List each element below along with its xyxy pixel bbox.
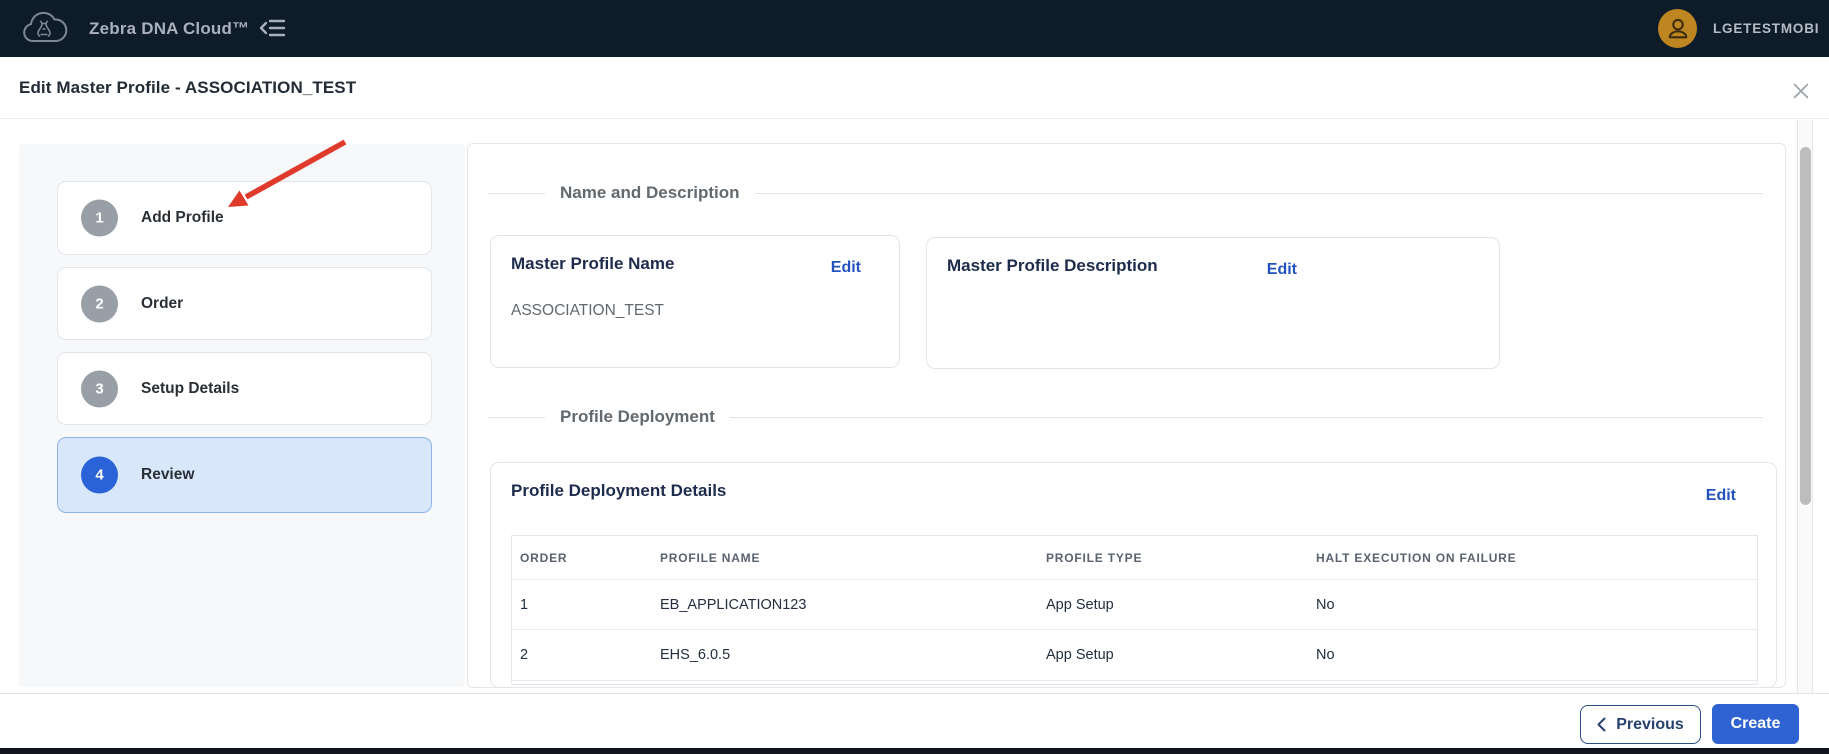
previous-button[interactable]: Previous: [1580, 705, 1701, 744]
user-name-label: LGETESTMOBI: [1713, 21, 1820, 36]
wizard-steps-sidebar: 1 Add Profile 2 Order 3 Setup Details 4 …: [19, 144, 465, 687]
step-number-badge: 4: [81, 456, 118, 494]
card-title: Master Profile Name: [511, 254, 675, 273]
person-icon: [1668, 18, 1687, 38]
divider: [754, 192, 1763, 194]
table-row: 1 EB_APPLICATION123 App Setup No: [512, 579, 1757, 629]
column-header-order: ORDER: [520, 550, 568, 565]
card-title: Master Profile Description: [947, 256, 1158, 275]
collapse-menu-icon[interactable]: [258, 15, 288, 41]
card-title: Profile Deployment Details: [511, 481, 727, 500]
cell-profile-name: EHS_6.0.5: [660, 647, 731, 663]
profile-deployment-details-card: Profile Deployment Details Edit ORDER PR…: [490, 462, 1777, 688]
cell-profile-name: EB_APPLICATION123: [660, 596, 807, 613]
table-row: 2 EHS_6.0.5 App Setup No: [512, 629, 1757, 680]
step-review[interactable]: 4 Review: [57, 437, 432, 513]
cell-halt: No: [1316, 596, 1335, 613]
step-number-badge: 1: [81, 199, 118, 237]
cell-order: 1: [520, 596, 529, 613]
step-order[interactable]: 2 Order: [57, 267, 432, 340]
vertical-scrollbar-thumb[interactable]: [1799, 147, 1811, 505]
user-avatar[interactable]: [1658, 9, 1697, 48]
zebra-dna-cloud-logo-icon: [23, 11, 68, 42]
master-profile-name-value: ASSOCIATION_TEST: [511, 302, 665, 319]
brand-title: Zebra DNA Cloud™: [89, 18, 250, 38]
step-number-badge: 2: [81, 285, 118, 322]
edit-master-profile-name-link[interactable]: Edit: [831, 259, 861, 277]
create-button[interactable]: Create: [1712, 704, 1799, 744]
table-header-row: ORDER PROFILE NAME PROFILE TYPE HALT EXE…: [512, 536, 1757, 579]
section-name-and-description: Name and Description: [488, 183, 1763, 203]
column-header-profile-name: PROFILE NAME: [660, 550, 761, 565]
divider: [729, 416, 1763, 418]
table-row-partial: [512, 680, 1757, 684]
master-profile-name-card: Master Profile Name Edit ASSOCIATION_TES…: [490, 235, 900, 368]
edit-master-profile-description-link[interactable]: Edit: [1267, 261, 1297, 279]
cell-halt: No: [1316, 647, 1335, 663]
column-header-halt-execution: HALT EXECUTION ON FAILURE: [1316, 550, 1517, 565]
dialog-footer: Previous Create: [0, 693, 1829, 748]
divider: [488, 416, 545, 418]
master-profile-description-card: Master Profile Description Edit: [926, 237, 1500, 369]
dialog-title: Edit Master Profile - ASSOCIATION_TEST: [19, 78, 357, 97]
top-app-bar: Zebra DNA Cloud™ LGETESTMOBI: [0, 0, 1829, 57]
column-header-profile-type: PROFILE TYPE: [1046, 550, 1143, 565]
dialog-header: Edit Master Profile - ASSOCIATION_TEST: [0, 57, 1829, 119]
deployment-table: ORDER PROFILE NAME PROFILE TYPE HALT EXE…: [511, 535, 1758, 685]
cell-profile-type: App Setup: [1046, 596, 1114, 613]
step-setup-details[interactable]: 3 Setup Details: [57, 352, 432, 425]
step-number-badge: 3: [81, 370, 118, 407]
section-profile-deployment: Profile Deployment: [488, 407, 1763, 427]
window-bottom-edge: [0, 748, 1829, 754]
cell-profile-type: App Setup: [1046, 647, 1114, 663]
chevron-left-icon: [1597, 717, 1606, 732]
close-icon[interactable]: [1789, 79, 1813, 103]
divider: [488, 192, 545, 194]
edit-profile-deployment-link[interactable]: Edit: [1706, 487, 1736, 505]
cell-order: 2: [520, 647, 529, 663]
step-add-profile[interactable]: 1 Add Profile: [57, 181, 432, 255]
